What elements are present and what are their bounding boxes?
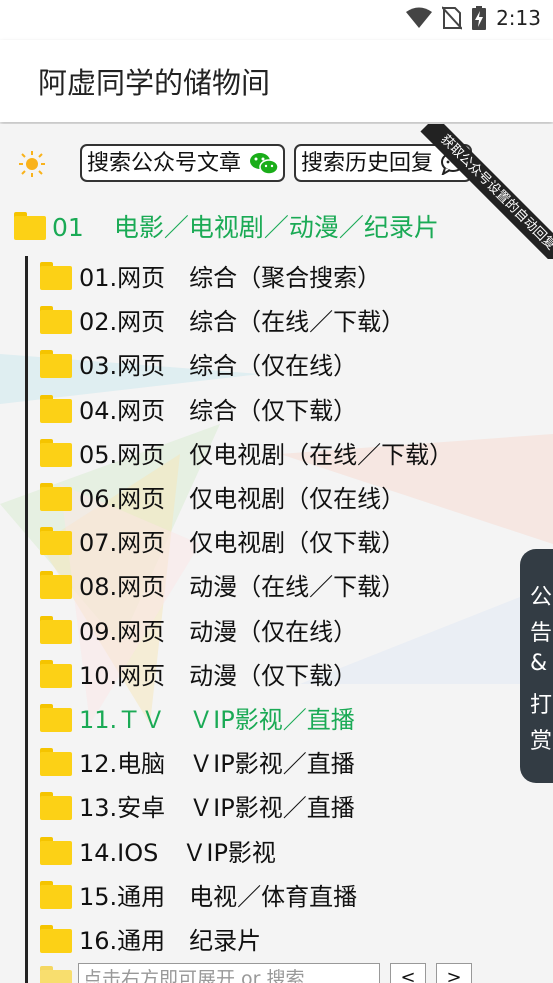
content-area[interactable]: 搜索公众号文章 搜索历史回复 获取公众号设置的自动回复 01 电影／电视剧／动漫／… [0, 124, 553, 983]
list-item-label: 11.ＴＶ ＶIP影视／直播 [79, 706, 355, 734]
app-title: 阿虚同学的储物间 [38, 66, 271, 100]
prev-page-button[interactable]: < [390, 963, 426, 983]
side-tab-char: 公 [530, 585, 553, 610]
folder-icon [40, 483, 72, 511]
list-item-label: 10.网页 动漫（仅下载） [79, 661, 358, 690]
folder-icon [40, 394, 72, 423]
folder-icon [40, 615, 72, 644]
list-item-label: 13.安卓 ＶIP影视／直播 [79, 794, 355, 823]
folder-icon [40, 262, 72, 290]
list-item-label: 14.IOS ＶIP影视 [79, 838, 276, 867]
folder-icon [40, 306, 72, 335]
list-item-label: 07.网页 仅电视剧（仅下载） [79, 529, 406, 558]
folder-icon [40, 748, 72, 777]
side-tab-char: 赏 [530, 729, 553, 754]
status-bar: 2:13 [0, 0, 553, 40]
ribbon-label: 获取公众号设置的自动回复 [420, 124, 553, 259]
side-tab-char: & [530, 651, 548, 676]
root-category[interactable]: 01 电影／电视剧／动漫／纪录片 [52, 208, 439, 244]
next-page-button[interactable]: > [436, 963, 472, 983]
folder-icon [40, 659, 72, 688]
status-time: 2:13 [496, 6, 541, 30]
list-item-label: 06.网页 仅电视剧（仅在线） [79, 485, 406, 513]
search-input[interactable]: 点击右方即可展开 or 搜索 [78, 963, 380, 983]
list-item-label: 12.电脑 ＶIP影视／直播 [79, 750, 355, 779]
list-item-label: 08.网页 动漫（在线／下载） [79, 573, 406, 602]
theme-toggle-sun-icon[interactable] [18, 150, 46, 178]
folder-icon [40, 438, 72, 467]
folder-icon [14, 212, 46, 240]
wechat-icon [250, 153, 279, 175]
root-number: 01 [52, 213, 84, 242]
list-item-label: 09.网页 动漫（仅在线） [79, 617, 358, 646]
list-item-label: 05.网页 仅电视剧（在线／下载） [79, 440, 454, 469]
search-articles-label: 搜索公众号文章 [87, 151, 242, 176]
no-sim-icon [442, 6, 463, 30]
side-tab-char: 打 [530, 693, 553, 718]
folder-icon [40, 350, 72, 379]
folder-icon [40, 792, 72, 821]
search-articles-button[interactable]: 搜索公众号文章 [80, 144, 285, 182]
list-item-label: 16.通用 纪录片 [79, 927, 262, 955]
folder-icon [40, 880, 72, 909]
search-history-label: 搜索历史回复 [301, 151, 434, 176]
wifi-icon [406, 7, 433, 28]
list-item-label: 03.网页 综合（仅在线） [79, 352, 358, 381]
folder-icon [40, 966, 72, 983]
tree-connector [25, 256, 28, 983]
folder-icon [40, 925, 72, 953]
app-bar: 阿虚同学的储物间 [0, 40, 553, 122]
list-item-label: 15.通用 电视／体育直播 [79, 882, 358, 911]
notice-donate-tab[interactable]: 公告 & 打赏 [520, 549, 553, 783]
side-tab-char: 告 [530, 621, 553, 646]
root-label: 电影／电视剧／动漫／纪录片 [113, 213, 439, 242]
list-item-label: 02.网页 综合（在线／下载） [79, 308, 406, 337]
folder-icon [40, 704, 72, 732]
list-item-label: 01.网页 综合（聚合搜索） [79, 264, 382, 292]
list-item-label: 04.网页 综合（仅下载） [79, 396, 358, 425]
battery-charging-icon [472, 6, 487, 30]
folder-icon [40, 527, 72, 556]
folder-icon [40, 836, 72, 865]
folder-icon [40, 571, 72, 600]
